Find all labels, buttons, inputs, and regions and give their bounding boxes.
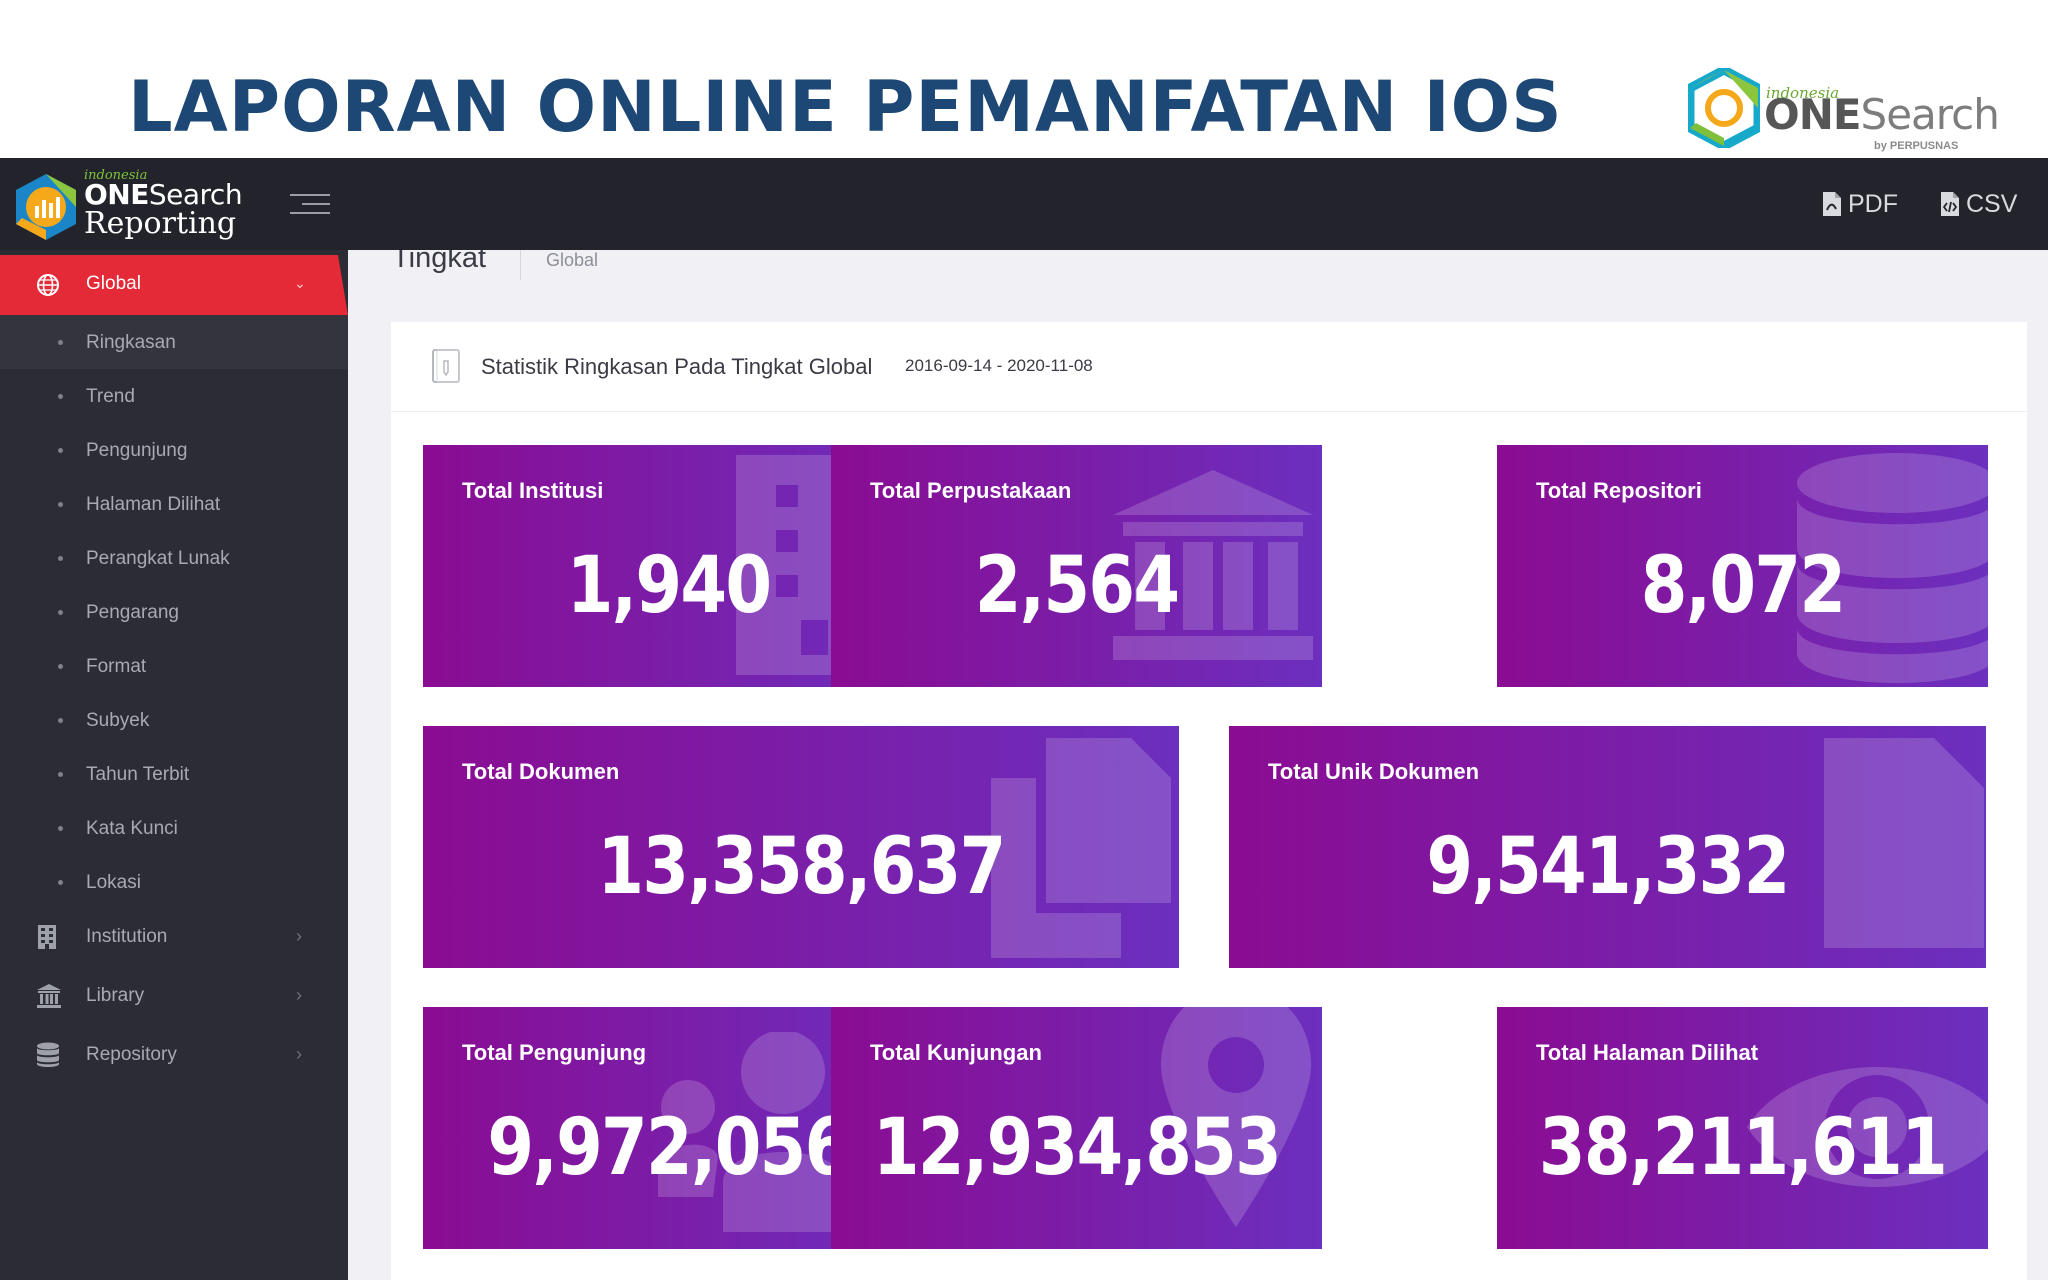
stat-card-value: 1,940 [566,541,772,631]
summary-panel: Statistik Ringkasan Pada Tingkat Global … [391,322,2027,1280]
sidebar-item-global[interactable]: Global ⌄ [0,255,348,315]
pdf-file-icon [1823,192,1841,216]
sidebar-subitem-ringkasan[interactable]: Ringkasan [0,315,348,369]
onesearch-logo-mark-icon [1688,68,1760,148]
sidebar-subitem-tahun-terbit[interactable]: Tahun Terbit [0,747,348,801]
stat-card-label: Total Kunjungan [870,1040,1042,1065]
sidebar-subitem-subyek[interactable]: Subyek [0,693,348,747]
sidebar-subitem-label: Pengarang [86,602,179,623]
stat-card-total-dokumen: Total Dokumen 13,358,637 [423,726,1179,968]
sidebar-subitem-label: Kata Kunci [86,818,178,839]
sidebar-subitem-format[interactable]: Format [0,639,348,693]
sidebar-subitem-kata-kunci[interactable]: Kata Kunci [0,801,348,855]
slide-banner: LAPORAN ONLINE PEMANFATAN IOS indonesia … [0,0,2048,158]
document-icon [432,349,460,383]
sidebar-item-label: Library [86,985,145,1006]
sidebar-subitem-label: Perangkat Lunak [86,548,230,569]
app-logo-subtitle: Reporting [84,206,237,241]
code-file-icon [1941,192,1959,216]
export-pdf-label: PDF [1848,189,1898,218]
app-header: indonesia ONESearch Reporting PDF CSV [0,158,2048,250]
panel-header: Statistik Ringkasan Pada Tingkat Global … [391,322,2027,412]
sidebar-subitem-label: Format [86,656,147,677]
sidebar-subitem-label: Halaman Dilihat [86,494,221,515]
panel-title: Statistik Ringkasan Pada Tingkat Global [481,354,873,379]
sidebar-subitem-label: Tahun Terbit [86,764,190,785]
sidebar: Global ⌄ Ringkasan Trend Pengunjung Hala… [0,250,348,1280]
export-pdf-button[interactable]: PDF [1822,186,1898,222]
stat-card-total-repositori: Total Repositori 8,072 [1497,445,1988,687]
sidebar-subitem-trend[interactable]: Trend [0,369,348,423]
bank-icon [37,984,61,1008]
page-title: Tingkat [392,250,487,274]
sidebar-item-label: Institution [86,926,168,947]
stat-card-value: 9,972,056 [487,1103,851,1193]
app-logo[interactable]: indonesia ONESearch Reporting [14,168,254,242]
sidebar-subitem-perangkat-lunak[interactable]: Perangkat Lunak [0,531,348,585]
brand-wordmark-bold: ONE [1764,90,1862,139]
stat-card-label: Total Halaman Dilihat [1536,1040,1759,1065]
sidebar-subitem-pengunjung[interactable]: Pengunjung [0,423,348,477]
stat-card-total-kunjungan: Total Kunjungan 12,934,853 [831,1007,1322,1249]
sidebar-subitem-label: Ringkasan [86,332,176,353]
stat-card-value: 12,934,853 [872,1103,1282,1193]
stat-card-label: Total Institusi [462,478,604,503]
chevron-down-icon: ⌄ [294,275,306,291]
globe-icon [37,274,59,296]
breadcrumb: Global [546,250,599,270]
sidebar-subitem-label: Subyek [86,710,150,731]
main-content: Tingkat Global Statistik Ringkasan Pada … [348,250,2048,1280]
menu-toggle-icon[interactable] [290,190,330,218]
export-csv-button[interactable]: CSV [1940,186,2017,222]
reporting-logo-mark-icon [16,174,76,240]
sidebar-subitem-lokasi[interactable]: Lokasi [0,855,348,909]
stat-card-value: 8,072 [1640,541,1846,631]
stat-card-label: Total Perpustakaan [870,478,1072,503]
sidebar-item-label: Global [86,273,141,294]
sidebar-item-repository[interactable]: Repository › [0,1026,348,1084]
stat-card-value: 13,358,637 [597,822,1006,912]
sidebar-subitem-label: Trend [86,386,135,407]
sidebar-subitem-label: Lokasi [86,872,141,893]
stat-card-value: 38,211,611 [1538,1103,1948,1193]
stat-card-value: 2,564 [974,541,1180,631]
chevron-right-icon: › [296,1044,302,1064]
sidebar-item-institution[interactable]: Institution › [0,908,348,966]
sidebar-item-library[interactable]: Library › [0,967,348,1025]
sidebar-item-label: Repository [86,1044,177,1065]
stat-card-label: Total Repositori [1536,478,1702,503]
stat-card-label: Total Dokumen [462,759,620,784]
brand-wordmark-light: Search [1860,90,2000,139]
slide-title: LAPORAN ONLINE PEMANFATAN IOS [128,66,1563,148]
stat-card-total-unik-dokumen: Total Unik Dokumen 9,541,332 [1229,726,1986,968]
building-icon [38,925,56,949]
stat-card-label: Total Unik Dokumen [1268,759,1480,784]
stat-card-total-perpustakaan: Total Perpustakaan 2,564 [831,445,1322,687]
chevron-right-icon: › [296,985,302,1005]
sidebar-subitem-label: Pengunjung [86,440,188,461]
sidebar-subitem-pengarang[interactable]: Pengarang [0,585,348,639]
stat-card-label: Total Pengunjung [462,1040,647,1065]
database-icon [37,1042,59,1067]
chevron-right-icon: › [296,926,302,946]
stat-card-value: 9,541,332 [1426,822,1790,912]
export-csv-label: CSV [1966,189,2018,218]
sidebar-subitem-halaman-dilihat[interactable]: Halaman Dilihat [0,477,348,531]
breadcrumb-divider [520,250,521,280]
panel-date-range: 2016-09-14 - 2020-11-08 [905,356,1093,375]
stat-card-total-halaman-dilihat: Total Halaman Dilihat 38,211,611 [1497,1007,1988,1249]
brand-wordmark: ONESearch [1764,90,2000,139]
brand-by-text: by PERPUSNAS [1874,140,1959,152]
onesearch-logo: indonesia ONESearch by PERPUSNAS [1688,66,2000,152]
